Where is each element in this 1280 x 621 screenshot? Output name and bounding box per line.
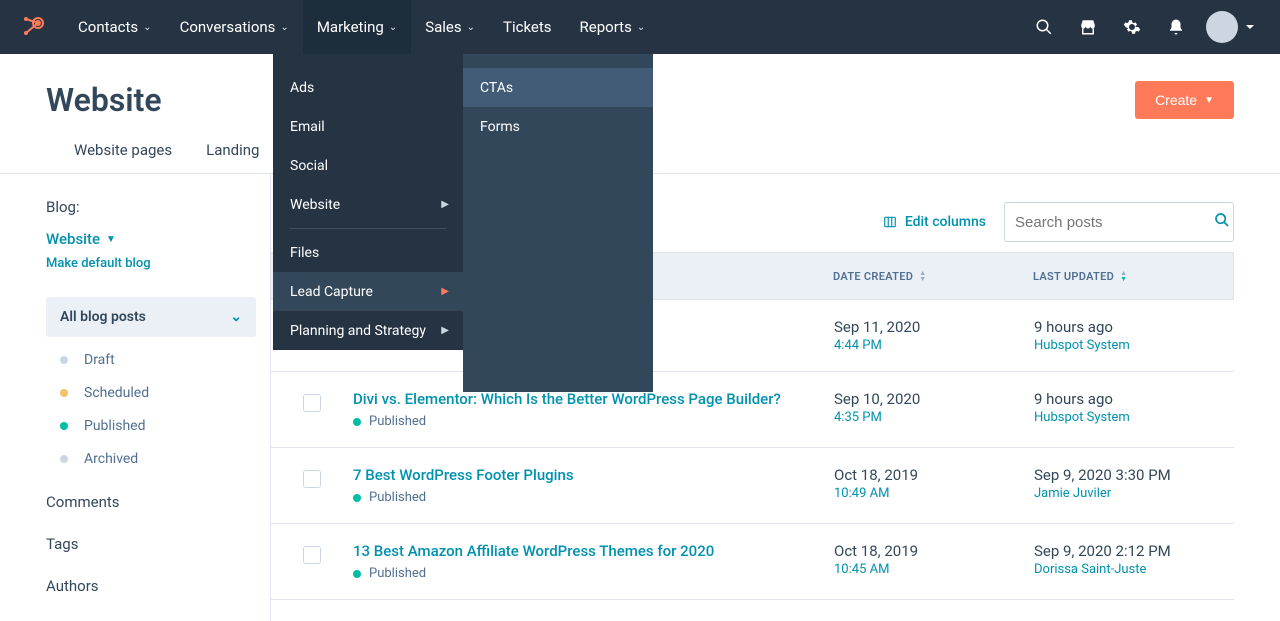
edit-columns-link[interactable]: Edit columns — [883, 214, 986, 230]
dropdown-divider — [290, 228, 446, 229]
chevron-right-icon: ▶ — [441, 199, 449, 210]
tab-landing[interactable]: Landing — [206, 141, 259, 173]
table-row: 7 Best WordPress Footer PluginsPublished… — [271, 448, 1234, 524]
post-title-link[interactable]: Divi vs. Elementor: Which Is the Better … — [353, 390, 834, 408]
table-row: 13 Best Amazon Affiliate WordPress Theme… — [271, 524, 1234, 600]
row-checkbox[interactable] — [303, 394, 321, 412]
chevron-down-icon: ⌄ — [467, 22, 475, 33]
status-dot-icon — [353, 570, 361, 578]
search-posts-input[interactable] — [1004, 202, 1234, 242]
chevron-down-icon: ⌄ — [143, 22, 151, 33]
menu-item-website[interactable]: Website▶ — [273, 185, 463, 224]
status-dot-icon — [60, 389, 68, 397]
hubspot-logo[interactable] — [18, 13, 46, 41]
status-dot-icon — [60, 356, 68, 364]
nav-item-contacts[interactable]: Contacts⌄ — [64, 0, 166, 54]
status-dot-icon — [353, 494, 361, 502]
settings-gear-icon[interactable] — [1110, 0, 1154, 54]
lead-capture-submenu: CTAsForms — [463, 54, 653, 392]
menu-item-social[interactable]: Social — [273, 146, 463, 185]
marketing-dropdown: AdsEmailSocialWebsite▶ FilesLead Capture… — [273, 54, 463, 350]
blog-selector[interactable]: Website▼ — [46, 230, 256, 248]
account-chevron-down-icon[interactable] — [1238, 0, 1262, 54]
chevron-right-icon: ▶ — [441, 325, 449, 336]
make-default-blog-link[interactable]: Make default blog — [46, 256, 256, 271]
sort-icon: ▲▼ — [1120, 270, 1127, 282]
post-title-link[interactable]: 7 Best WordPress Footer Plugins — [353, 466, 834, 484]
menu-item-files[interactable]: Files — [273, 233, 463, 272]
notifications-bell-icon[interactable] — [1154, 0, 1198, 54]
search-input[interactable] — [1015, 214, 1214, 231]
submenu-item-forms[interactable]: Forms — [463, 107, 653, 146]
col-last-updated[interactable]: LAST UPDATED ▲▼ — [1033, 270, 1233, 283]
col-date-created[interactable]: DATE CREATED ▲▼ — [833, 270, 1033, 283]
page-title: Website — [46, 81, 162, 119]
search-icon — [1214, 212, 1230, 232]
status-scheduled[interactable]: Scheduled — [60, 376, 256, 409]
row-checkbox[interactable] — [303, 470, 321, 488]
status-dot-icon — [60, 422, 68, 430]
blog-label: Blog: — [46, 198, 256, 216]
nav-item-marketing[interactable]: Marketing⌄ — [303, 0, 411, 54]
create-button[interactable]: Create▼ — [1135, 81, 1234, 119]
chevron-down-icon: ⌄ — [637, 22, 645, 33]
menu-item-lead-capture[interactable]: Lead Capture▶ — [273, 272, 463, 311]
post-title-link[interactable]: 13 Best Amazon Affiliate WordPress Theme… — [353, 542, 834, 560]
chevron-down-icon: ⌄ — [389, 22, 397, 33]
nav-item-sales[interactable]: Sales⌄ — [411, 0, 489, 54]
sidebar: Blog: Website▼ Make default blog All blo… — [0, 174, 270, 621]
chevron-down-icon: ⌄ — [280, 22, 288, 33]
menu-item-ads[interactable]: Ads — [273, 68, 463, 107]
columns-icon — [883, 215, 897, 229]
status-draft[interactable]: Draft — [60, 343, 256, 376]
nav-item-conversations[interactable]: Conversations⌄ — [166, 0, 303, 54]
chevron-right-icon: ▶ — [441, 286, 449, 297]
caret-down-icon: ▼ — [1204, 95, 1214, 106]
caret-down-icon: ▼ — [106, 234, 116, 245]
status-filter-head[interactable]: All blog posts ⌄ — [46, 297, 256, 337]
menu-item-planning-and-strategy[interactable]: Planning and Strategy▶ — [273, 311, 463, 350]
submenu-item-ctas[interactable]: CTAs — [463, 68, 653, 107]
status-dot-icon — [60, 455, 68, 463]
sidebar-link-authors[interactable]: Authors — [46, 577, 256, 595]
marketplace-icon[interactable] — [1066, 0, 1110, 54]
status-archived[interactable]: Archived — [60, 442, 256, 475]
tab-website-pages[interactable]: Website pages — [74, 141, 172, 173]
nav-item-reports[interactable]: Reports⌄ — [566, 0, 660, 54]
table-row: Divi vs. Elementor: Which Is the Better … — [271, 372, 1234, 448]
top-nav: Contacts⌄Conversations⌄Marketing⌄Sales⌄T… — [0, 0, 1280, 54]
status-dot-icon — [353, 418, 361, 426]
nav-item-tickets[interactable]: Tickets — [489, 0, 566, 54]
sort-icon: ▲▼ — [919, 270, 926, 282]
status-published[interactable]: Published — [60, 409, 256, 442]
user-avatar[interactable] — [1206, 11, 1238, 43]
menu-item-email[interactable]: Email — [273, 107, 463, 146]
sidebar-link-comments[interactable]: Comments — [46, 493, 256, 511]
sidebar-link-tags[interactable]: Tags — [46, 535, 256, 553]
row-checkbox[interactable] — [303, 546, 321, 564]
chevron-down-icon: ⌄ — [230, 309, 242, 325]
search-icon[interactable] — [1022, 0, 1066, 54]
